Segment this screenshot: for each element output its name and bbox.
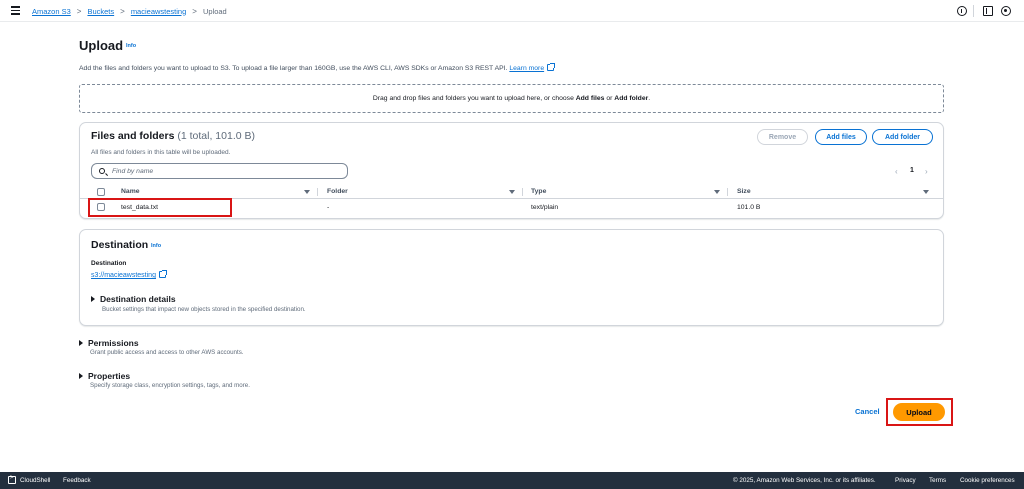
- destination-label: Destination: [91, 260, 127, 267]
- search-icon: [99, 168, 105, 174]
- cookie-preferences-link[interactable]: Cookie preferences: [960, 477, 1015, 484]
- search-input[interactable]: Find by name: [91, 163, 348, 179]
- row-type: text/plain: [531, 204, 559, 211]
- settings-icon[interactable]: [1001, 6, 1011, 16]
- cancel-button[interactable]: Cancel: [855, 407, 880, 416]
- caret-right-icon: [79, 340, 83, 346]
- column-divider: [522, 188, 523, 196]
- files-subtitle: All files and folders in this table will…: [91, 149, 231, 156]
- add-folder-button[interactable]: Add folder: [872, 129, 933, 145]
- breadcrumb-buckets[interactable]: Buckets: [87, 7, 114, 16]
- page-info-link[interactable]: Info: [126, 43, 136, 49]
- sort-icon[interactable]: [714, 190, 720, 194]
- sort-icon[interactable]: [509, 190, 515, 194]
- breadcrumb-separator: >: [120, 6, 125, 16]
- caret-right-icon: [91, 296, 95, 302]
- terms-link[interactable]: Terms: [929, 477, 946, 484]
- caret-right-icon: [79, 373, 83, 379]
- properties-subtitle: Specify storage class, encryption settin…: [90, 382, 250, 389]
- breadcrumb-separator: >: [192, 6, 197, 16]
- highlight-box: [886, 398, 953, 426]
- feedback-link[interactable]: Feedback: [63, 477, 91, 484]
- cloudshell-link[interactable]: CloudShell: [20, 477, 50, 484]
- dropzone-text: Drag and drop files and folders you want…: [372, 95, 574, 102]
- description-text: Add the files and folders you want to up…: [79, 65, 508, 72]
- breadcrumb-amazon-s3[interactable]: Amazon S3: [32, 7, 71, 16]
- footer: CloudShell Feedback © 2025, Amazon Web S…: [0, 472, 1024, 489]
- page-description: Add the files and folders you want to up…: [79, 63, 556, 72]
- row-size: 101.0 B: [737, 204, 761, 211]
- page-title: Upload: [79, 38, 124, 53]
- column-name[interactable]: Name: [121, 188, 140, 195]
- panel-toggle-icon[interactable]: [983, 6, 993, 16]
- external-link-icon: [158, 270, 167, 278]
- breadcrumb: Amazon S3 > Buckets > macieawstesting > …: [32, 0, 227, 22]
- learn-more-link[interactable]: Learn more: [509, 63, 556, 72]
- dropzone-end: .: [648, 95, 651, 102]
- add-files-button[interactable]: Add files: [815, 129, 867, 145]
- dropzone-or: or: [606, 95, 613, 102]
- copyright-text: © 2025, Amazon Web Services, Inc. or its…: [733, 477, 876, 484]
- pagination-page[interactable]: 1: [910, 167, 914, 174]
- breadcrumb-bucket[interactable]: macieawstesting: [131, 7, 186, 16]
- destination-panel: Destination Info Destination s3://maciea…: [79, 229, 944, 326]
- column-type[interactable]: Type: [531, 188, 546, 195]
- divider: [973, 5, 974, 17]
- destination-link[interactable]: s3://macieawstesting: [91, 270, 167, 279]
- dropzone-add-folder: Add folder: [614, 95, 649, 102]
- menu-icon[interactable]: [11, 6, 20, 15]
- sort-icon[interactable]: [304, 190, 310, 194]
- files-section-title: Files and folders (1 total, 101.0 B): [91, 130, 255, 142]
- table-header: Name Folder Type Size: [80, 185, 943, 199]
- info-icon[interactable]: [957, 6, 967, 16]
- files-title: Files and folders: [91, 130, 175, 142]
- highlight-box: [88, 198, 232, 217]
- top-navigation-bar: Amazon S3 > Buckets > macieawstesting > …: [0, 0, 1024, 22]
- column-divider: [727, 188, 728, 196]
- cloudshell-icon[interactable]: [8, 475, 16, 484]
- breadcrumb-current: Upload: [202, 6, 227, 16]
- pagination-prev-icon[interactable]: ‹: [895, 167, 898, 176]
- destination-title: Destination: [91, 239, 149, 251]
- dropzone-add-files: Add files: [575, 95, 605, 102]
- permissions-toggle[interactable]: Permissions: [79, 338, 139, 348]
- permissions-subtitle: Grant public access and access to other …: [90, 349, 244, 356]
- select-all-checkbox[interactable]: [97, 188, 105, 196]
- pagination-next-icon[interactable]: ›: [925, 167, 928, 176]
- row-folder: -: [327, 204, 330, 211]
- properties-toggle[interactable]: Properties: [79, 371, 130, 381]
- column-divider: [317, 188, 318, 196]
- column-size[interactable]: Size: [737, 188, 751, 195]
- upload-dropzone[interactable]: Drag and drop files and folders you want…: [79, 84, 944, 113]
- destination-details-toggle[interactable]: Destination details: [91, 294, 176, 304]
- sort-icon[interactable]: [923, 190, 929, 194]
- remove-button[interactable]: Remove: [757, 129, 808, 145]
- search-placeholder: Find by name: [112, 167, 154, 175]
- destination-details-subtitle: Bucket settings that impact new objects …: [102, 306, 306, 313]
- destination-info-link[interactable]: Info: [151, 243, 161, 249]
- privacy-link[interactable]: Privacy: [895, 477, 916, 484]
- breadcrumb-separator: >: [76, 6, 82, 16]
- external-link-icon: [547, 63, 556, 71]
- column-folder[interactable]: Folder: [327, 188, 348, 195]
- files-count: (1 total, 101.0 B): [177, 130, 255, 142]
